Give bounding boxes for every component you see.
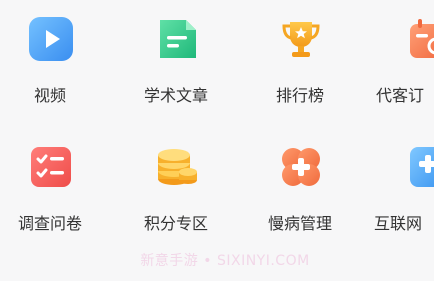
grid-item-proxy-booking[interactable]: 代客订 (376, 0, 434, 110)
watermark: 新意手游 • SIXINYI.COM (140, 253, 310, 269)
grid-item-video[interactable]: 视频 (0, 0, 100, 110)
grid-item-internet-hospital[interactable]: 互联网 (374, 128, 434, 238)
medical-cross-icon (278, 144, 324, 190)
grid-item-survey[interactable]: 调查问卷 (0, 128, 100, 238)
internet-hospital-plus-icon (406, 144, 434, 190)
grid-item-label: 积分专区 (143, 214, 208, 233)
grid-item-chronic-disease-management[interactable]: 慢病管理 (250, 128, 350, 238)
coins-icon (154, 144, 200, 190)
video-play-icon (28, 16, 74, 62)
grid-item-label: 视频 (33, 86, 66, 105)
article-document-icon (154, 16, 200, 62)
grid-item-leaderboard[interactable]: 排行榜 (250, 0, 350, 110)
calendar-clock-icon (406, 16, 434, 62)
grid-item-academic-articles[interactable]: 学术文章 (126, 0, 226, 110)
grid-item-label: 代客订 (376, 86, 425, 105)
grid-item-label: 排行榜 (275, 86, 324, 105)
grid-item-points-zone[interactable]: 积分专区 (126, 128, 226, 238)
grid-item-label: 调查问卷 (17, 214, 82, 233)
grid-item-label: 学术文章 (143, 86, 208, 105)
trophy-icon (278, 16, 324, 62)
grid-item-label: 慢病管理 (267, 214, 332, 233)
survey-checklist-icon (28, 144, 74, 190)
grid-item-label: 互联网 (374, 214, 423, 233)
